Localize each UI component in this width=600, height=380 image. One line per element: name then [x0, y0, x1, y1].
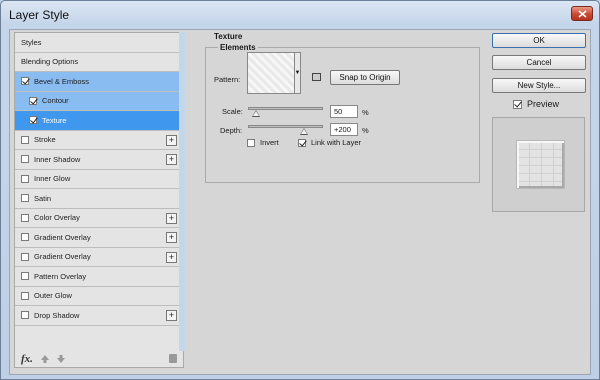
- add-effect-plus-icon[interactable]: +: [166, 232, 177, 243]
- scale-value: 50: [334, 107, 343, 116]
- style-item-checkbox[interactable]: [21, 194, 29, 203]
- new-style-button[interactable]: New Style...: [492, 78, 586, 93]
- dropdown-arrow-icon: ▼: [294, 70, 301, 76]
- cancel-label: Cancel: [526, 58, 552, 67]
- style-item-bevel-emboss[interactable]: Bevel & Emboss: [15, 72, 183, 92]
- style-item-label: Bevel & Emboss: [34, 76, 90, 86]
- new-style-label: New Style...: [517, 81, 561, 90]
- add-effect-plus-icon[interactable]: +: [166, 310, 177, 321]
- depth-slider-track[interactable]: [248, 125, 323, 128]
- style-item-checkbox[interactable]: [21, 77, 29, 86]
- style-item-satin[interactable]: Satin: [15, 189, 183, 209]
- style-item-outer-glow[interactable]: Outer Glow: [15, 287, 183, 306]
- style-item-checkbox[interactable]: [21, 233, 29, 242]
- section-title: Texture: [214, 32, 243, 41]
- window-title: Layer Style: [9, 8, 70, 22]
- link-with-layer-label: Link with Layer: [311, 138, 362, 147]
- style-item-texture[interactable]: Texture: [15, 111, 183, 131]
- style-item-drop-shadow[interactable]: Drop Shadow +: [15, 306, 183, 326]
- style-item-contour[interactable]: Contour: [15, 91, 183, 111]
- style-item-gradient-overlay[interactable]: Gradient Overlay +: [15, 248, 183, 267]
- list-scroll-strip: [179, 32, 185, 351]
- style-item-checkbox[interactable]: [21, 135, 29, 144]
- preview-check-box[interactable]: [513, 99, 522, 109]
- style-item-label: Inner Glow: [34, 174, 71, 184]
- style-item-label: Drop Shadow: [34, 310, 80, 320]
- style-item-checkbox[interactable]: [21, 311, 29, 320]
- depth-label: Depth:: [220, 126, 243, 135]
- depth-value: +200: [334, 125, 351, 134]
- new-preset-icon[interactable]: [312, 73, 321, 81]
- style-item-label: Pattern Overlay: [34, 271, 87, 281]
- style-item-checkbox[interactable]: [21, 174, 29, 183]
- style-item-label: Satin: [34, 193, 52, 203]
- style-item-checkbox[interactable]: [21, 272, 29, 281]
- invert-check-box[interactable]: [247, 138, 255, 147]
- move-up-icon[interactable]: [40, 355, 49, 363]
- styles-list-footer: fx.: [15, 351, 183, 367]
- scale-unit: %: [362, 108, 369, 117]
- ok-button[interactable]: OK: [492, 33, 586, 48]
- fx-button[interactable]: fx.: [21, 353, 33, 365]
- styles-header-label: Styles: [21, 37, 42, 47]
- depth-slider-thumb[interactable]: [300, 128, 309, 135]
- style-item-checkbox[interactable]: [21, 213, 29, 222]
- style-item-label: Stroke: [34, 135, 56, 145]
- styles-header[interactable]: Styles: [15, 33, 183, 53]
- depth-unit: %: [362, 126, 369, 135]
- pattern-label: Pattern:: [214, 75, 241, 84]
- pattern-swatch[interactable]: [247, 52, 295, 94]
- style-item-label: Inner Shadow: [34, 154, 81, 164]
- style-item-inner-shadow[interactable]: Inner Shadow +: [15, 150, 183, 170]
- link-with-layer-check-box[interactable]: [298, 138, 306, 147]
- preview-checkbox[interactable]: Preview: [513, 99, 559, 109]
- style-item-label: Gradient Overlay: [34, 232, 91, 242]
- add-effect-plus-icon[interactable]: +: [166, 212, 177, 224]
- style-item-color-overlay[interactable]: Color Overlay +: [15, 209, 183, 228]
- depth-input[interactable]: +200: [330, 123, 358, 136]
- link-with-layer-checkbox[interactable]: Link with Layer: [298, 138, 361, 147]
- style-item-label: Contour: [42, 96, 69, 106]
- title-bar: Layer Style: [1, 1, 599, 29]
- dialog-body: Styles Blending Options Bevel & Emboss Con…: [9, 29, 591, 375]
- add-effect-plus-icon[interactable]: +: [166, 134, 177, 146]
- snap-to-origin-button[interactable]: Snap to Origin: [330, 70, 400, 85]
- ok-label: OK: [533, 36, 545, 45]
- style-item-label: Outer Glow: [34, 291, 72, 301]
- snap-to-origin-label: Snap to Origin: [339, 73, 391, 82]
- pattern-dropdown[interactable]: ▼: [295, 52, 301, 94]
- invert-checkbox[interactable]: Invert: [247, 138, 279, 147]
- scale-slider-thumb[interactable]: [251, 110, 260, 117]
- preview-panel: [492, 117, 585, 212]
- style-item-gradient-overlay[interactable]: Gradient Overlay +: [15, 228, 183, 248]
- elements-group-label: Elements: [218, 43, 258, 52]
- scale-input[interactable]: 50: [330, 105, 358, 118]
- style-item-label: Blending Options: [21, 57, 79, 67]
- style-item-label: Texture: [42, 115, 67, 125]
- close-button[interactable]: [571, 6, 593, 21]
- scale-label: Scale:: [222, 107, 243, 116]
- style-item-checkbox[interactable]: [29, 96, 37, 105]
- invert-label: Invert: [260, 138, 279, 147]
- style-item-inner-glow[interactable]: Inner Glow: [15, 170, 183, 189]
- style-item-checkbox[interactable]: [21, 155, 29, 164]
- trash-icon[interactable]: [169, 354, 177, 363]
- style-item-label: Gradient Overlay: [34, 252, 91, 262]
- style-item-blending-options[interactable]: Blending Options: [15, 53, 183, 72]
- style-item-pattern-overlay[interactable]: Pattern Overlay: [15, 267, 183, 287]
- style-item-stroke[interactable]: Stroke +: [15, 131, 183, 150]
- close-icon: [577, 9, 587, 18]
- style-preview-swatch: [516, 140, 565, 189]
- style-item-label: Color Overlay: [34, 213, 80, 223]
- style-item-checkbox[interactable]: [29, 116, 37, 125]
- move-down-icon[interactable]: [56, 355, 65, 363]
- preview-label: Preview: [527, 99, 560, 109]
- add-effect-plus-icon[interactable]: +: [166, 251, 177, 263]
- add-effect-plus-icon[interactable]: +: [166, 154, 177, 165]
- cancel-button[interactable]: Cancel: [492, 55, 586, 70]
- layer-style-dialog: Layer Style Styles Blending Options Bevel…: [0, 0, 600, 380]
- style-item-checkbox[interactable]: [21, 291, 29, 300]
- styles-list: Styles Blending Options Bevel & Emboss Con…: [14, 32, 184, 368]
- style-item-checkbox[interactable]: [21, 252, 29, 261]
